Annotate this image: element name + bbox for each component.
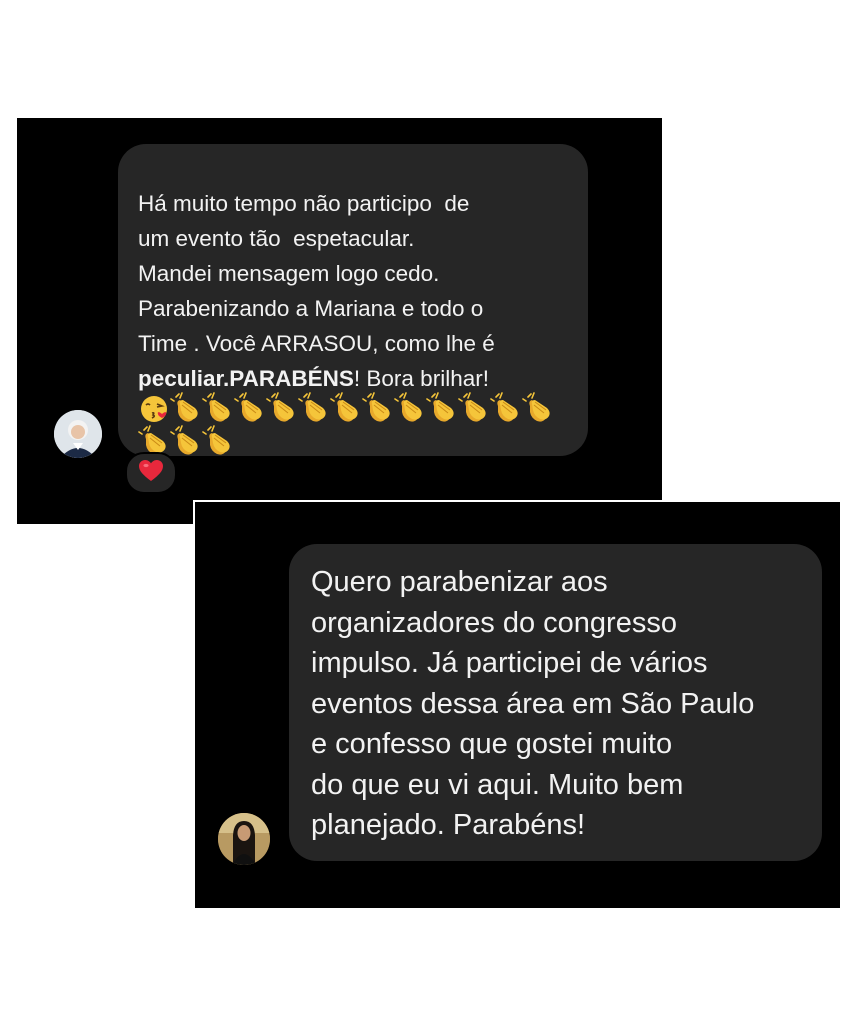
message-line: um evento tão espetacular. — [138, 226, 415, 251]
message-line: Parabenizando a Mariana e todo o — [138, 296, 484, 321]
message-line: impulso. Já participei de vários — [311, 647, 708, 679]
reaction-badge[interactable] — [125, 452, 177, 494]
message-bubble-1[interactable]: Há muito tempo não participo de um event… — [118, 144, 588, 456]
message-bubble-2[interactable]: Quero parabenizar aos organizadores do c… — [289, 544, 822, 861]
message-text: ! Bora brilhar! — [353, 366, 489, 391]
clapping-hands-icon — [266, 391, 298, 434]
clapping-hands-icon — [522, 391, 554, 434]
comment-screenshot-1: Há muito tempo não participo de um event… — [17, 118, 662, 524]
message-bold-text: peculiar.PARABÉNS — [138, 366, 354, 391]
message-line: planejado. Parabéns! — [311, 809, 586, 841]
comment-screenshot-2: Quero parabenizar aos organizadores do c… — [193, 500, 840, 908]
clapping-hands-icon — [426, 391, 458, 434]
clapping-hands-icon — [394, 391, 426, 434]
message-line: Mandei mensagem logo cedo. — [138, 261, 440, 286]
message-line: e confesso que gostei muito — [311, 728, 673, 760]
emoji-row — [138, 424, 568, 462]
clapping-hands-icon — [298, 391, 330, 434]
message-line: Há muito tempo não participo de — [138, 191, 470, 216]
message-line: organizadores do congresso — [311, 606, 677, 639]
message-line: Time . Você ARRASOU, como lhe é — [138, 331, 495, 356]
message-line: Quero parabenizar aos — [311, 566, 608, 598]
clapping-hands-icon — [330, 391, 362, 434]
clapping-hands-icon — [458, 391, 490, 434]
user-avatar[interactable] — [54, 410, 102, 458]
clapping-hands-icon — [202, 424, 234, 467]
message-line: eventos dessa área em São Paulo — [311, 687, 755, 720]
message-line: do que eu vi aqui. Muito bem — [311, 768, 684, 801]
heart-icon — [139, 459, 163, 487]
clapping-hands-icon — [234, 391, 266, 434]
clapping-hands-icon — [362, 391, 394, 434]
clapping-hands-icon — [170, 424, 202, 467]
user-avatar[interactable] — [218, 813, 270, 865]
clapping-hands-icon — [490, 391, 522, 434]
